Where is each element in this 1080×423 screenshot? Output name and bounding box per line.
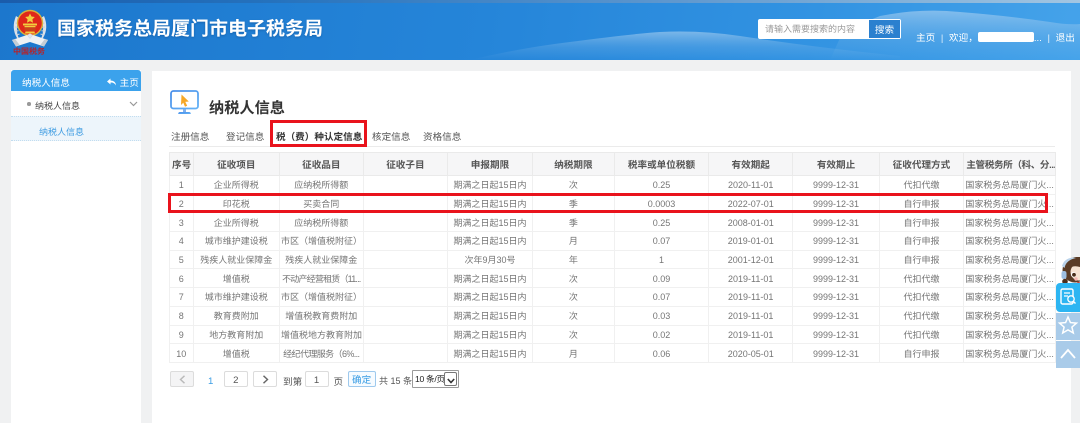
svg-text:中国税务: 中国税务 — [13, 46, 45, 57]
